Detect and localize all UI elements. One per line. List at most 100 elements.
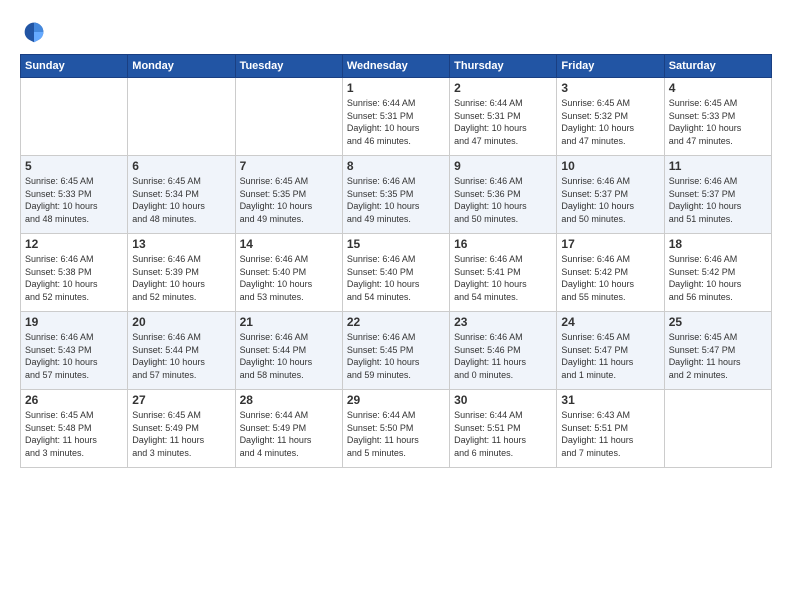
calendar-body: 1 Sunrise: 6:44 AM Sunset: 5:31 PM Daylig… xyxy=(21,78,772,468)
day-number: 22 xyxy=(347,315,445,329)
calendar-cell: 11 Sunrise: 6:46 AM Sunset: 5:37 PM Dayli… xyxy=(664,156,771,234)
calendar-cell: 9Sunrise: 6:46 AM Sunset: 5:36 PM Daylig… xyxy=(450,156,557,234)
calendar-cell: 15 Sunrise: 6:46 AM Sunset: 5:40 PM Dayli… xyxy=(342,234,449,312)
calendar-cell: 8Sunrise: 6:46 AM Sunset: 5:35 PM Daylig… xyxy=(342,156,449,234)
weekday-header-sunday: Sunday xyxy=(21,55,128,78)
calendar-cell xyxy=(235,78,342,156)
day-number: 1 xyxy=(347,81,445,95)
day-info: Sunrise: 6:44 AM Sunset: 5:49 PM Dayligh… xyxy=(240,409,338,459)
day-number: 24 xyxy=(561,315,659,329)
day-number: 8 xyxy=(347,159,445,173)
day-info: Sunrise: 6:46 AM Sunset: 5:42 PM Dayligh… xyxy=(561,253,659,303)
day-info: Sunrise: 6:45 AM Sunset: 5:33 PM Dayligh… xyxy=(669,97,767,147)
day-number: 7 xyxy=(240,159,338,173)
day-info: Sunrise: 6:43 AM Sunset: 5:51 PM Dayligh… xyxy=(561,409,659,459)
calendar-cell: 20 Sunrise: 6:46 AM Sunset: 5:44 PM Dayli… xyxy=(128,312,235,390)
day-info: Sunrise: 6:46 AM Sunset: 5:38 PM Dayligh… xyxy=(25,253,123,303)
calendar-cell: 19Sunrise: 6:46 AM Sunset: 5:43 PM Dayli… xyxy=(21,312,128,390)
day-info: Sunrise: 6:46 AM Sunset: 5:37 PM Dayligh… xyxy=(669,175,767,225)
calendar-cell: 3Sunrise: 6:45 AM Sunset: 5:32 PM Daylig… xyxy=(557,78,664,156)
day-number: 13 xyxy=(132,237,230,251)
day-number: 4 xyxy=(669,81,767,95)
calendar-cell: 16 Sunrise: 6:46 AM Sunset: 5:41 PM Dayli… xyxy=(450,234,557,312)
day-info: Sunrise: 6:46 AM Sunset: 5:41 PM Dayligh… xyxy=(454,253,552,303)
calendar-cell: 25 Sunrise: 6:45 AM Sunset: 5:47 PM Dayli… xyxy=(664,312,771,390)
week-row-5: 26Sunrise: 6:45 AM Sunset: 5:48 PM Dayli… xyxy=(21,390,772,468)
calendar-cell: 17 Sunrise: 6:46 AM Sunset: 5:42 PM Dayli… xyxy=(557,234,664,312)
day-number: 5 xyxy=(25,159,123,173)
calendar-cell: 24 Sunrise: 6:45 AM Sunset: 5:47 PM Dayli… xyxy=(557,312,664,390)
week-row-1: 1 Sunrise: 6:44 AM Sunset: 5:31 PM Daylig… xyxy=(21,78,772,156)
calendar-cell xyxy=(21,78,128,156)
calendar-cell: 30 Sunrise: 6:44 AM Sunset: 5:51 PM Dayli… xyxy=(450,390,557,468)
day-number: 9 xyxy=(454,159,552,173)
logo-icon xyxy=(20,18,48,46)
day-number: 31 xyxy=(561,393,659,407)
day-info: Sunrise: 6:46 AM Sunset: 5:42 PM Dayligh… xyxy=(669,253,767,303)
calendar-cell: 1Sunrise: 6:44 AM Sunset: 5:31 PM Daylig… xyxy=(342,78,449,156)
day-number: 17 xyxy=(561,237,659,251)
calendar-cell xyxy=(128,78,235,156)
day-number: 18 xyxy=(669,237,767,251)
day-info: Sunrise: 6:45 AM Sunset: 5:48 PM Dayligh… xyxy=(25,409,123,459)
day-number: 19 xyxy=(25,315,123,329)
logo xyxy=(20,18,52,46)
calendar-cell: 31 Sunrise: 6:43 AM Sunset: 5:51 PM Dayli… xyxy=(557,390,664,468)
calendar-cell: 13 Sunrise: 6:46 AM Sunset: 5:39 PM Dayli… xyxy=(128,234,235,312)
day-number: 10 xyxy=(561,159,659,173)
week-row-3: 12 Sunrise: 6:46 AM Sunset: 5:38 PM Dayli… xyxy=(21,234,772,312)
day-info: Sunrise: 6:46 AM Sunset: 5:39 PM Dayligh… xyxy=(132,253,230,303)
calendar-cell: 26Sunrise: 6:45 AM Sunset: 5:48 PM Dayli… xyxy=(21,390,128,468)
calendar-cell: 22Sunrise: 6:46 AM Sunset: 5:45 PM Dayli… xyxy=(342,312,449,390)
calendar-cell: 12 Sunrise: 6:46 AM Sunset: 5:38 PM Dayli… xyxy=(21,234,128,312)
day-info: Sunrise: 6:46 AM Sunset: 5:37 PM Dayligh… xyxy=(561,175,659,225)
calendar-cell: 23 Sunrise: 6:46 AM Sunset: 5:46 PM Dayli… xyxy=(450,312,557,390)
day-number: 23 xyxy=(454,315,552,329)
calendar-cell: 6 Sunrise: 6:45 AM Sunset: 5:34 PM Daylig… xyxy=(128,156,235,234)
day-number: 11 xyxy=(669,159,767,173)
weekday-header-monday: Monday xyxy=(128,55,235,78)
day-info: Sunrise: 6:46 AM Sunset: 5:46 PM Dayligh… xyxy=(454,331,552,381)
day-info: Sunrise: 6:45 AM Sunset: 5:34 PM Dayligh… xyxy=(132,175,230,225)
day-number: 21 xyxy=(240,315,338,329)
calendar-cell: 21 Sunrise: 6:46 AM Sunset: 5:44 PM Dayli… xyxy=(235,312,342,390)
day-number: 29 xyxy=(347,393,445,407)
day-number: 14 xyxy=(240,237,338,251)
day-number: 3 xyxy=(561,81,659,95)
day-info: Sunrise: 6:45 AM Sunset: 5:47 PM Dayligh… xyxy=(669,331,767,381)
calendar-header: SundayMondayTuesdayWednesdayThursdayFrid… xyxy=(21,55,772,78)
day-info: Sunrise: 6:46 AM Sunset: 5:44 PM Dayligh… xyxy=(240,331,338,381)
calendar-cell: 4 Sunrise: 6:45 AM Sunset: 5:33 PM Daylig… xyxy=(664,78,771,156)
day-number: 2 xyxy=(454,81,552,95)
calendar-cell: 14 Sunrise: 6:46 AM Sunset: 5:40 PM Dayli… xyxy=(235,234,342,312)
week-row-4: 19Sunrise: 6:46 AM Sunset: 5:43 PM Dayli… xyxy=(21,312,772,390)
weekday-header-thursday: Thursday xyxy=(450,55,557,78)
day-number: 12 xyxy=(25,237,123,251)
day-number: 16 xyxy=(454,237,552,251)
day-number: 15 xyxy=(347,237,445,251)
day-info: Sunrise: 6:45 AM Sunset: 5:49 PM Dayligh… xyxy=(132,409,230,459)
weekday-header-saturday: Saturday xyxy=(664,55,771,78)
week-row-2: 5Sunrise: 6:45 AM Sunset: 5:33 PM Daylig… xyxy=(21,156,772,234)
day-number: 27 xyxy=(132,393,230,407)
day-number: 25 xyxy=(669,315,767,329)
day-info: Sunrise: 6:44 AM Sunset: 5:31 PM Dayligh… xyxy=(454,97,552,147)
weekday-row: SundayMondayTuesdayWednesdayThursdayFrid… xyxy=(21,55,772,78)
header xyxy=(20,18,772,46)
day-info: Sunrise: 6:44 AM Sunset: 5:51 PM Dayligh… xyxy=(454,409,552,459)
page: SundayMondayTuesdayWednesdayThursdayFrid… xyxy=(0,0,792,612)
day-info: Sunrise: 6:46 AM Sunset: 5:44 PM Dayligh… xyxy=(132,331,230,381)
day-info: Sunrise: 6:46 AM Sunset: 5:40 PM Dayligh… xyxy=(347,253,445,303)
day-number: 6 xyxy=(132,159,230,173)
day-info: Sunrise: 6:46 AM Sunset: 5:40 PM Dayligh… xyxy=(240,253,338,303)
calendar-cell: 10 Sunrise: 6:46 AM Sunset: 5:37 PM Dayli… xyxy=(557,156,664,234)
weekday-header-tuesday: Tuesday xyxy=(235,55,342,78)
day-info: Sunrise: 6:44 AM Sunset: 5:50 PM Dayligh… xyxy=(347,409,445,459)
day-number: 30 xyxy=(454,393,552,407)
calendar-cell xyxy=(664,390,771,468)
calendar-table: SundayMondayTuesdayWednesdayThursdayFrid… xyxy=(20,54,772,468)
calendar-cell: 5Sunrise: 6:45 AM Sunset: 5:33 PM Daylig… xyxy=(21,156,128,234)
day-info: Sunrise: 6:45 AM Sunset: 5:35 PM Dayligh… xyxy=(240,175,338,225)
day-info: Sunrise: 6:45 AM Sunset: 5:47 PM Dayligh… xyxy=(561,331,659,381)
day-number: 20 xyxy=(132,315,230,329)
